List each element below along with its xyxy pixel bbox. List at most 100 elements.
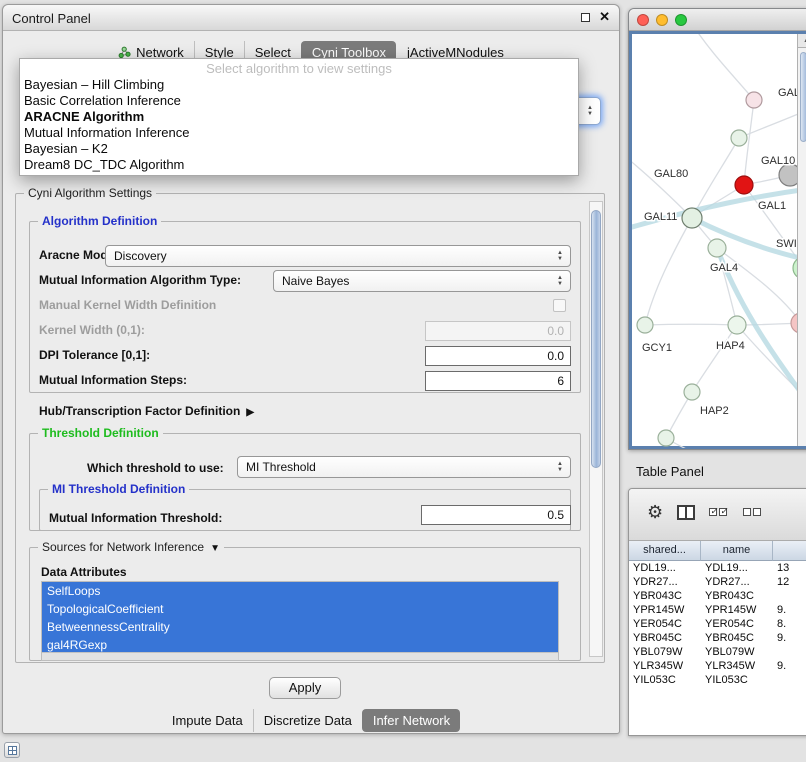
apply-button[interactable]: Apply — [269, 677, 341, 699]
chevron-updown-icon: ▲▼ — [553, 457, 567, 477]
bottom-tab-impute-data[interactable]: Impute Data — [162, 709, 253, 732]
chevron-updown-icon: ▲▼ — [553, 246, 567, 266]
node-gal11[interactable] — [682, 208, 702, 228]
column-header-shared[interactable]: shared... — [629, 541, 701, 561]
node-label-gal10: GAL10 — [761, 155, 795, 167]
table-row[interactable]: YIL053CYIL053C — [629, 673, 806, 687]
table-cell: YLR345W — [629, 659, 701, 673]
algorithm-option-dream8-dc-tdc-algorithm[interactable]: Dream8 DC_TDC Algorithm — [20, 157, 578, 173]
mi-algorithm-type-value: Naive Bayes — [282, 274, 349, 288]
node-hap4[interactable] — [728, 316, 746, 334]
bottom-tab-infer-network[interactable]: Infer Network — [362, 709, 460, 732]
table-row[interactable]: YER054CYER054C8. — [629, 617, 806, 631]
attributes-horizontal-scrollbar[interactable] — [42, 652, 558, 660]
data-attributes-list[interactable]: SelfLoopsTopologicalCoefficientBetweenne… — [41, 581, 559, 661]
table-row[interactable]: YLR345WYLR345W9. — [629, 659, 806, 673]
node-green-a[interactable] — [731, 130, 747, 146]
node-label-gal4: GAL4 — [710, 262, 738, 274]
algorithm-popup-placeholder: Select algorithm to view settings — [20, 61, 578, 77]
node-label-gal11: GAL11 — [644, 211, 677, 223]
control-panel-titlebar[interactable]: Control Panel ✕ — [3, 5, 619, 31]
columns-icon[interactable] — [677, 505, 695, 520]
chevron-down-icon: ▼ — [210, 543, 220, 554]
settings-group-title: Cyni Algorithm Settings — [24, 186, 156, 200]
control-panel-title: Control Panel — [12, 11, 91, 26]
network-vertical-scrollbar[interactable]: ▲ — [797, 34, 806, 446]
column-header-name[interactable]: name — [701, 541, 773, 561]
which-threshold-combobox[interactable]: MI Threshold ▲▼ — [237, 456, 571, 478]
attribute-item-selfloops[interactable]: SelfLoops — [42, 582, 558, 600]
control-panel-window: Control Panel ✕ NetworkStyleSelectCyni T… — [2, 4, 620, 734]
scrollbar-thumb[interactable] — [591, 210, 601, 468]
node-gal1[interactable] — [735, 176, 753, 194]
table-row[interactable]: YPR145WYPR145W9. — [629, 603, 806, 617]
attribute-item-betweennesscentrality[interactable]: BetweennessCentrality — [42, 618, 558, 636]
table-row[interactable]: YDR27...YDR27...12 — [629, 575, 806, 589]
settings-scrollbar[interactable] — [589, 201, 603, 657]
column-header-col2[interactable] — [773, 541, 806, 561]
close-window-icon[interactable]: ✕ — [599, 11, 610, 23]
bottom-tab-discretize-data-label: Discretize Data — [264, 713, 352, 728]
select-unchecked-icon[interactable] — [743, 508, 763, 516]
network-canvas[interactable]: GAL8GAL80GAL10GAL1GAL11SWI4GAL4GCY1HAP4Y… — [629, 31, 806, 449]
algorithm-option-bayesian-hill-climbing[interactable]: Bayesian – Hill Climbing — [20, 77, 578, 93]
table-row[interactable]: YDL19...YDL19...13 — [629, 561, 806, 575]
float-window-icon[interactable] — [581, 13, 590, 22]
chevron-right-icon: ▶ — [246, 407, 254, 418]
dpi-tolerance-field[interactable]: 0.0 — [425, 346, 571, 366]
mi-steps-label: Mutual Information Steps: — [39, 373, 187, 387]
node-gcy1[interactable] — [637, 317, 653, 333]
hub-section-toggle[interactable]: Hub/Transcription Factor Definition ▶ — [39, 404, 254, 418]
table-row[interactable]: YBR043CYBR043C — [629, 589, 806, 603]
node-bottom[interactable] — [658, 430, 674, 446]
attribute-item-topologicalcoefficient[interactable]: TopologicalCoefficient — [42, 600, 558, 618]
network-graph[interactable]: GAL8GAL80GAL10GAL1GAL11SWI4GAL4GCY1HAP4Y… — [632, 34, 806, 448]
mi-algorithm-type-combobox[interactable]: Naive Bayes ▲▼ — [273, 270, 571, 292]
table-panel-window: ⚙ shared...name YDL19...YDL19...13YDR27.… — [628, 488, 806, 736]
network-edge — [632, 154, 692, 218]
bottom-tabbar: Impute Data Discretize Data Infer Network — [3, 709, 619, 732]
zoom-traffic-light-icon[interactable] — [675, 14, 687, 26]
algorithm-option-basic-correlation-inference[interactable]: Basic Correlation Inference — [20, 93, 578, 109]
algorithm-option-mutual-information-inference[interactable]: Mutual Information Inference — [20, 125, 578, 141]
scrollbar-thumb[interactable] — [800, 52, 806, 142]
gear-icon[interactable]: ⚙ — [647, 503, 663, 521]
table-cell: YBL079W — [701, 645, 773, 659]
scroll-up-icon[interactable]: ▲ — [798, 34, 806, 48]
table-cell: YIL053C — [629, 673, 701, 687]
which-threshold-label: Which threshold to use: — [87, 461, 224, 475]
bottom-tab-infer-network-label: Infer Network — [373, 713, 450, 728]
mi-steps-field[interactable]: 6 — [425, 371, 571, 391]
table-cell: YDR27... — [629, 575, 701, 589]
network-window-titlebar[interactable] — [629, 9, 806, 31]
node-label-gal1: GAL1 — [758, 200, 786, 212]
which-threshold-value: MI Threshold — [246, 460, 316, 474]
table-cell — [773, 589, 806, 603]
mi-threshold-field[interactable]: 0.5 — [421, 505, 571, 525]
kernel-width-field[interactable]: 0.0 — [425, 321, 571, 341]
table-cell: 8. — [773, 617, 806, 631]
bottom-tab-discretize-data[interactable]: Discretize Data — [253, 709, 362, 732]
table-cell: YPR145W — [629, 603, 701, 617]
collapsed-panel-icon[interactable] — [4, 742, 20, 758]
table-row[interactable]: YBR045CYBR045C9. — [629, 631, 806, 645]
algorithm-option-bayesian-k2[interactable]: Bayesian – K2 — [20, 141, 578, 157]
sources-section-toggle[interactable]: Sources for Network Inference▼ — [38, 540, 224, 554]
hub-section-label: Hub/Transcription Factor Definition — [39, 404, 240, 418]
node-label-hap4: HAP4 — [716, 340, 745, 352]
table-row[interactable]: YBL079WYBL079W — [629, 645, 806, 659]
select-checked-icon[interactable] — [709, 508, 729, 516]
node-hap2[interactable] — [684, 384, 700, 400]
manual-kernel-width-checkbox[interactable] — [553, 299, 566, 312]
aracne-mode-combobox[interactable]: Discovery ▲▼ — [105, 245, 571, 267]
table-panel-title: Table Panel — [636, 464, 704, 479]
network-edge — [645, 324, 737, 325]
window-buttons: ✕ — [581, 11, 610, 23]
table-cell: YPR145W — [701, 603, 773, 617]
node-gal4[interactable] — [708, 239, 726, 257]
close-traffic-light-icon[interactable] — [637, 14, 649, 26]
node-pink-top[interactable] — [746, 92, 762, 108]
minimize-traffic-light-icon[interactable] — [656, 14, 668, 26]
algorithm-option-aracne-algorithm[interactable]: ARACNE Algorithm — [20, 109, 578, 125]
bottom-tab-impute-data-label: Impute Data — [172, 713, 243, 728]
